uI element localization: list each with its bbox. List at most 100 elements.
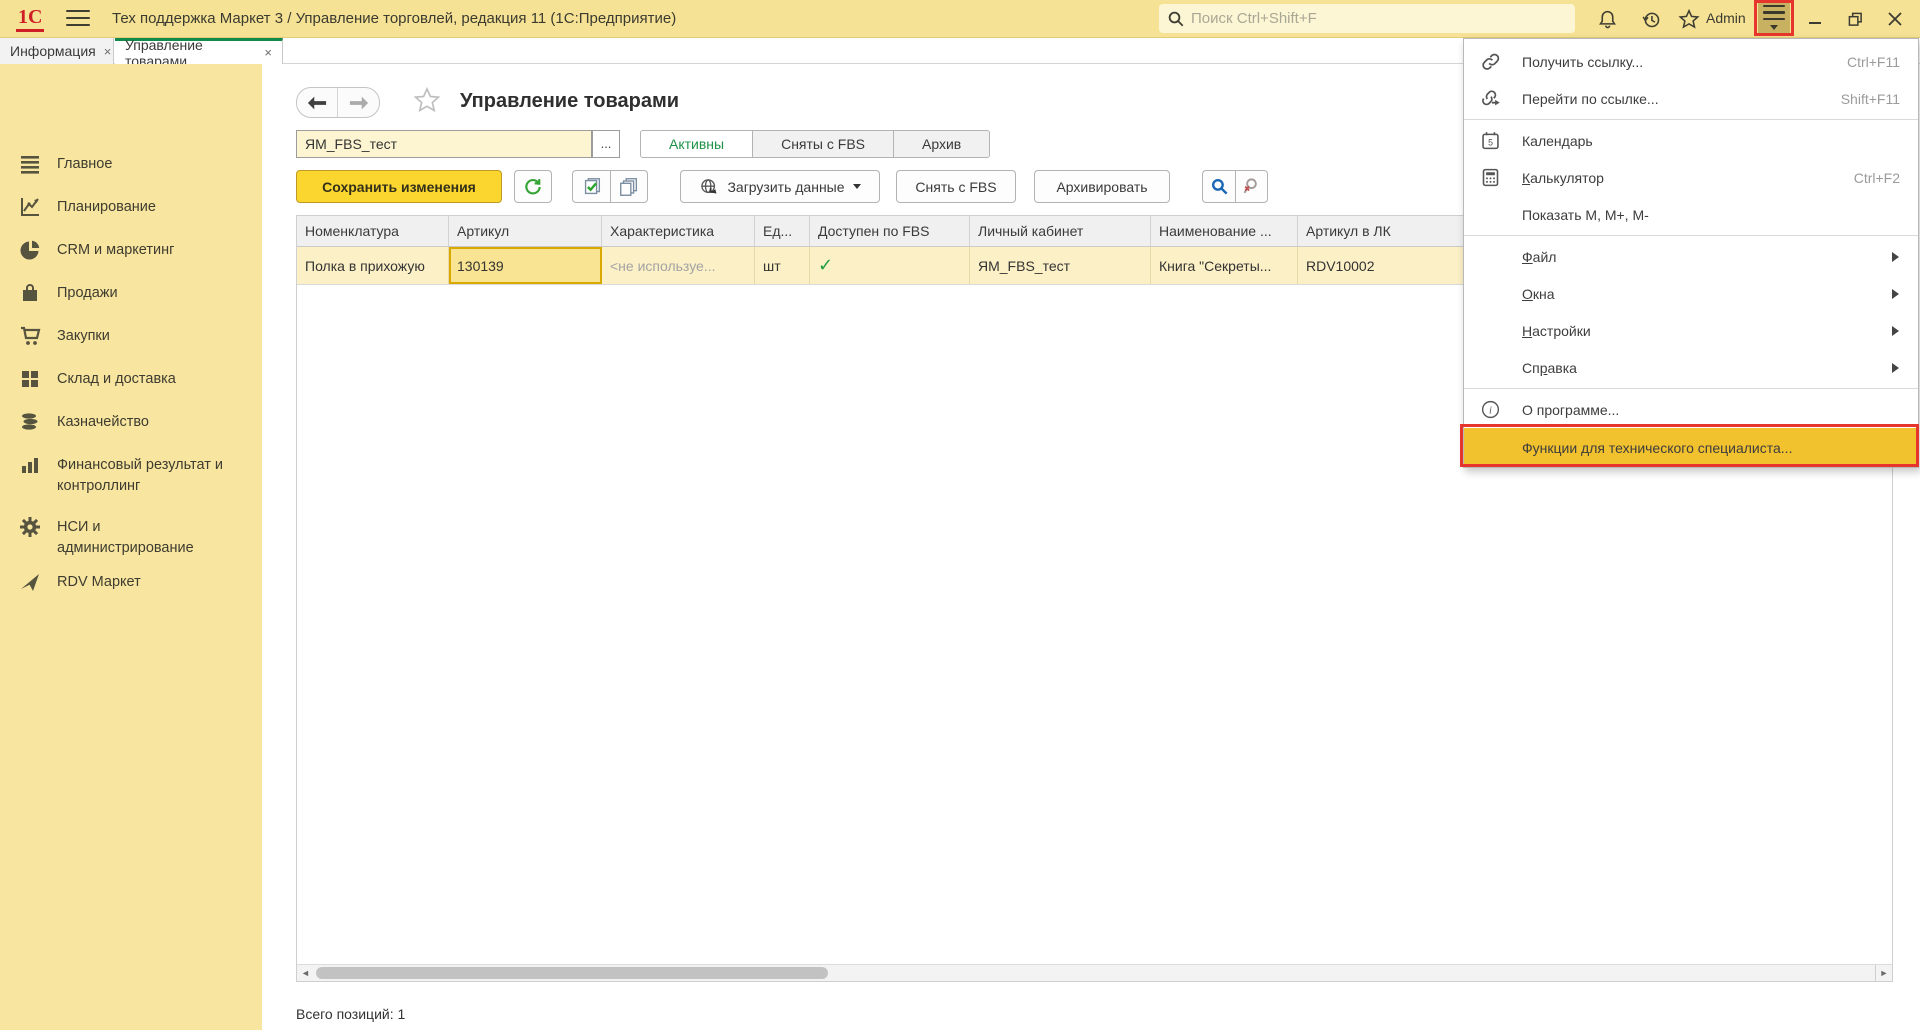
tab-information[interactable]: Информация × xyxy=(0,38,114,64)
menu-item-windows[interactable]: Окна xyxy=(1464,275,1918,312)
close-button[interactable] xyxy=(1880,5,1910,33)
search-buttons xyxy=(1202,170,1268,203)
cell-nomenclature[interactable]: Полка в прихожую xyxy=(297,247,449,284)
restore-button[interactable] xyxy=(1840,5,1870,33)
forward-button[interactable] xyxy=(338,88,379,117)
menu-item-about[interactable]: i О программе... xyxy=(1464,391,1918,428)
close-tab-icon[interactable]: × xyxy=(104,44,112,59)
sidebar-item-sales[interactable]: Продажи xyxy=(0,281,262,305)
sidebar-item-label: Продажи xyxy=(57,281,118,304)
save-changes-button[interactable]: Сохранить изменения xyxy=(296,170,502,203)
horizontal-scrollbar[interactable]: ◄ ► xyxy=(297,964,1892,981)
cell-characteristic[interactable]: <не используе... xyxy=(602,247,755,284)
menu-item-help[interactable]: Справка xyxy=(1464,349,1918,386)
column-header[interactable]: Ед... xyxy=(755,216,810,246)
menu-item-file[interactable]: Файл xyxy=(1464,238,1918,275)
sidebar-item-warehouse[interactable]: Склад и доставка xyxy=(0,367,262,391)
scroll-left-icon[interactable]: ◄ xyxy=(297,965,314,981)
sidebar-item-nsi-admin[interactable]: НСИ и администрирование xyxy=(0,515,262,559)
sidebar-item-financial-result[interactable]: Финансовый результат и контроллинг xyxy=(0,453,262,497)
sidebar-item-treasury[interactable]: Казначейство xyxy=(0,410,262,434)
cancel-search-icon xyxy=(1242,177,1261,196)
column-header[interactable]: Артикул xyxy=(449,216,602,246)
toolbar: Сохранить изменения Загрузить данные Сня… xyxy=(296,170,1268,203)
close-tab-icon[interactable]: × xyxy=(264,45,272,60)
archive-button[interactable]: Архивировать xyxy=(1034,170,1170,203)
refresh-button[interactable] xyxy=(514,170,552,203)
status-bar: Всего позиций: 1 xyxy=(296,1006,405,1022)
sidebar-item-label: RDV Маркет xyxy=(57,570,141,593)
menu-item-show-m[interactable]: Показать М, М+, М- xyxy=(1464,196,1918,233)
favorites-star-icon[interactable] xyxy=(1676,6,1702,32)
cell-unit[interactable]: шт xyxy=(755,247,810,284)
menu-item-tech-functions[interactable]: Функции для технического специалиста... xyxy=(1464,428,1918,467)
minimize-button[interactable] xyxy=(1800,5,1830,33)
scroll-right-icon[interactable]: ► xyxy=(1875,965,1892,981)
paper-plane-icon xyxy=(18,570,42,594)
search-icon xyxy=(1167,10,1185,28)
planning-chart-icon xyxy=(18,195,42,219)
shopping-bag-icon xyxy=(18,281,42,305)
global-search-input[interactable] xyxy=(1191,10,1551,27)
notifications-bell-icon[interactable] xyxy=(1594,6,1620,32)
view-tab-archive[interactable]: Архив xyxy=(894,130,990,158)
tab-product-management[interactable]: Управление товарами × xyxy=(115,38,283,64)
cell-cabinet[interactable]: ЯМ_FBS_тест xyxy=(970,247,1151,284)
menu-item-go-to-link[interactable]: Перейти по ссылке... Shift+F11 xyxy=(1464,80,1918,117)
column-header[interactable]: Доступен по FBS xyxy=(810,216,970,246)
column-header[interactable]: Характеристика xyxy=(602,216,755,246)
menu-item-calendar[interactable]: 5 Календарь xyxy=(1464,122,1918,159)
history-icon[interactable] xyxy=(1638,6,1664,32)
view-tab-removed-fbs[interactable]: Сняты с FBS xyxy=(753,130,894,158)
status-label: Всего позиций: xyxy=(296,1006,394,1022)
sidebar-item-main[interactable]: Главное xyxy=(0,152,262,176)
remove-fbs-button[interactable]: Снять с FBS xyxy=(896,170,1016,203)
back-button[interactable] xyxy=(297,88,338,117)
sidebar-item-label: Главное xyxy=(57,152,112,175)
cancel-search-button[interactable] xyxy=(1235,170,1268,203)
clear-selection-button[interactable] xyxy=(610,170,648,203)
user-name[interactable]: Admin xyxy=(1706,10,1746,26)
menu-separator xyxy=(1464,388,1918,389)
menu-item-get-link[interactable]: Получить ссылку... Ctrl+F11 xyxy=(1464,43,1918,80)
sidebar-item-rdv-market[interactable]: RDV Маркет xyxy=(0,570,262,594)
scrollbar-thumb[interactable] xyxy=(316,967,828,979)
load-data-button[interactable]: Загрузить данные xyxy=(680,170,880,203)
selection-buttons xyxy=(572,170,648,203)
service-menu-button[interactable] xyxy=(1758,3,1790,34)
cabinet-filter-input[interactable] xyxy=(296,130,592,158)
cell-fbs-available[interactable]: ✓ xyxy=(810,247,970,284)
status-value: 1 xyxy=(398,1006,406,1022)
app-window: 1С Тех поддержка Маркет 3 / Управление т… xyxy=(0,0,1920,1030)
menu-item-settings[interactable]: Настройки xyxy=(1464,312,1918,349)
shortcut: Ctrl+F2 xyxy=(1854,170,1900,186)
tab-label: Информация xyxy=(10,43,96,59)
view-tab-active[interactable]: Активны xyxy=(640,130,753,158)
submenu-arrow-icon xyxy=(1892,289,1904,299)
check-icon: ✓ xyxy=(818,255,833,276)
global-search[interactable] xyxy=(1159,4,1575,33)
cell-name[interactable]: Книга "Секреты... xyxy=(1151,247,1298,284)
sidebar-item-crm[interactable]: CRM и маркетинг xyxy=(0,238,262,262)
cell-article-edited[interactable]: 130139 xyxy=(449,247,602,284)
sidebar-item-planning[interactable]: Планирование xyxy=(0,195,262,219)
column-header[interactable]: Наименование ... xyxy=(1151,216,1298,246)
main-menu-icon[interactable] xyxy=(66,10,90,28)
menu-separator xyxy=(1464,235,1918,236)
column-header[interactable]: Номенклатура xyxy=(297,216,449,246)
menu-item-calculator[interactable]: Калькулятор Ctrl+F2 xyxy=(1464,159,1918,196)
sidebar-item-purchases[interactable]: Закупки xyxy=(0,324,262,348)
table-search-button[interactable] xyxy=(1202,170,1235,203)
column-header[interactable]: Личный кабинет xyxy=(970,216,1151,246)
filter-more-button[interactable]: ... xyxy=(592,130,620,158)
globe-download-icon xyxy=(699,177,719,197)
history-nav xyxy=(296,87,380,118)
info-icon: i xyxy=(1480,399,1501,420)
menu-lines-icon xyxy=(18,152,42,176)
select-all-button[interactable] xyxy=(572,170,610,203)
chevron-down-icon xyxy=(1770,25,1778,34)
page-favorite-star-icon[interactable] xyxy=(412,86,442,114)
calculator-icon xyxy=(1480,167,1501,188)
window-title: Тех поддержка Маркет 3 / Управление торг… xyxy=(112,10,676,27)
svg-text:5: 5 xyxy=(1488,137,1493,147)
